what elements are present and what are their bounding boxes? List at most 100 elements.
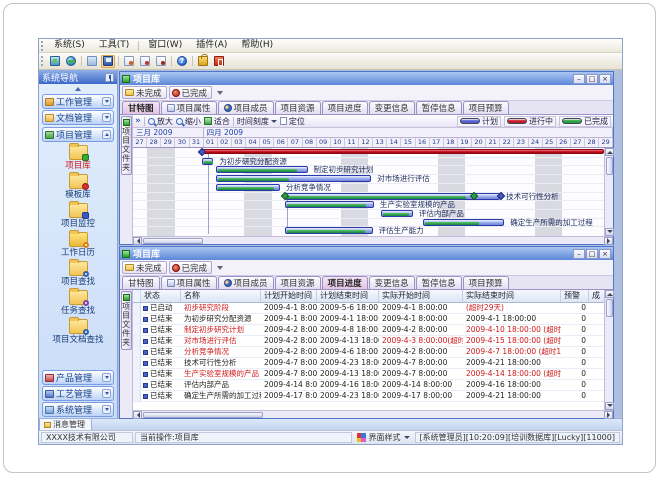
sidebar-panel-工作管理[interactable]: 工作管理: [42, 94, 114, 109]
task-bar[interactable]: [216, 184, 280, 191]
sidebar-panel-文档管理[interactable]: 文档管理: [42, 110, 114, 125]
tab-项目资源[interactable]: 项目资源: [275, 276, 321, 289]
more-options-button[interactable]: [214, 86, 225, 99]
tab-项目预算[interactable]: 项目预算: [463, 101, 509, 114]
filter-button-未完成[interactable]: 未完成: [122, 261, 167, 274]
tab-暂停信息[interactable]: 暂停信息: [416, 276, 462, 289]
scroll-up-button[interactable]: [605, 148, 614, 156]
sidebar-item-工作日历[interactable]: 工作日历: [42, 232, 114, 261]
sidebar-panel-项目管理[interactable]: 项目管理: [42, 127, 114, 142]
column-header-实际结束时间[interactable]: 实际结束时间: [463, 290, 561, 302]
task-bar[interactable]: [285, 201, 374, 208]
filter-button-已完成[interactable]: 已完成: [169, 261, 213, 274]
tab-项目预算[interactable]: 项目预算: [463, 276, 509, 289]
maximize-button[interactable]: □: [586, 74, 598, 84]
tab-甘特图[interactable]: 甘特图: [122, 101, 160, 114]
scroll-up-button[interactable]: [605, 290, 614, 298]
menu-item-3[interactable]: 插件(A): [189, 39, 234, 52]
exit-button[interactable]: [212, 55, 226, 68]
sidebar-panel-系统管理[interactable]: 系统管理: [42, 402, 114, 417]
tab-甘特图[interactable]: 甘特图: [122, 276, 160, 289]
sidebar-item-项目监控[interactable]: 项目监控: [42, 203, 114, 232]
tab-变更信息[interactable]: 变更信息: [369, 101, 415, 114]
sidebar-item-项目文档查找[interactable]: 项目文档查找: [42, 319, 114, 348]
task-bar[interactable]: [285, 227, 372, 234]
zoom-out-button[interactable]: 缩小: [176, 116, 201, 127]
column-header-状态[interactable]: 状态: [141, 290, 181, 302]
column-header-预警[interactable]: 预警: [561, 290, 589, 302]
scroll-down-button[interactable]: [605, 228, 614, 236]
menu-item-0[interactable]: 系统(S): [47, 39, 92, 52]
tab-项目进度[interactable]: 项目进度: [322, 101, 368, 114]
time-scale-button[interactable]: 时间刻度: [237, 116, 277, 127]
window-close-button[interactable]: [154, 55, 168, 68]
table-row[interactable]: 已结束评估内部产品2009-4-14 8:00:002009-4-16 18:0…: [133, 380, 604, 391]
scroll-thumb[interactable]: [606, 299, 613, 317]
task-bar[interactable]: [423, 219, 505, 226]
tab-项目属性[interactable]: 项目属性: [161, 276, 217, 289]
scroll-thumb[interactable]: [143, 238, 203, 244]
column-header-计划开始时间[interactable]: 计划开始时间: [261, 290, 317, 302]
column-header-成[interactable]: 成: [589, 290, 604, 302]
table-horizontal-scrollbar[interactable]: [133, 410, 613, 418]
scroll-thumb[interactable]: [606, 157, 613, 175]
scroll-thumb[interactable]: [143, 412, 263, 418]
help-button[interactable]: ?: [175, 55, 189, 68]
table-row[interactable]: 已结束对市场进行评估2009-4-2 8:00:002009-4-13 18:0…: [133, 336, 604, 347]
table-row[interactable]: 已启动初步研究阶段2009-4-1 8:00:002009-5-6 18:00:…: [133, 303, 604, 314]
minimize-button[interactable]: –: [573, 74, 585, 84]
table-row[interactable]: 已结束确定生产所需的加工过程2009-4-17 8:00:002009-4-23…: [133, 391, 604, 402]
expand-chevron-button[interactable]: »: [135, 116, 141, 126]
more-options-button[interactable]: [214, 261, 225, 274]
task-bar[interactable]: [216, 166, 307, 173]
sidebar-item-项目库[interactable]: 项目库: [42, 145, 114, 174]
task-bar[interactable]: [285, 193, 500, 200]
menu-item-2[interactable]: 窗口(W): [141, 39, 189, 52]
table-vertical-scrollbar[interactable]: [604, 290, 613, 410]
tab-项目成员[interactable]: 项目成员: [218, 276, 274, 289]
ui-style-button[interactable]: 界面样式: [354, 432, 413, 443]
filter-button-已完成[interactable]: 已完成: [169, 86, 213, 99]
menu-item-1[interactable]: 工具(T): [92, 39, 137, 52]
project-folder-side-tab[interactable]: 项目文件夹: [121, 291, 132, 350]
sidebar-item-模板库[interactable]: 模板库: [42, 174, 114, 203]
sidebar-panel-产品管理[interactable]: 产品管理: [42, 370, 114, 385]
open-folder-button[interactable]: [85, 55, 99, 68]
tab-暂停信息[interactable]: 暂停信息: [416, 101, 462, 114]
close-button[interactable]: ×: [599, 249, 611, 259]
table-row[interactable]: 已结束分析竞争情况2009-4-2 8:00:002009-4-6 18:00:…: [133, 347, 604, 358]
sidebar-panel-工艺管理[interactable]: 工艺管理: [42, 386, 114, 401]
maximize-button[interactable]: □: [586, 249, 598, 259]
monitor-button[interactable]: [48, 55, 62, 68]
scroll-left-button[interactable]: [133, 411, 142, 419]
tab-项目进度[interactable]: 项目进度: [322, 276, 368, 289]
close-button[interactable]: ×: [599, 74, 611, 84]
window-add-button[interactable]: [122, 55, 136, 68]
locate-button[interactable]: 定位: [280, 116, 305, 127]
column-header-名称[interactable]: 名称: [181, 290, 261, 302]
task-bar[interactable]: [202, 158, 213, 165]
tab-message-management[interactable]: 消息管理: [39, 418, 92, 430]
tab-项目资源[interactable]: 项目资源: [275, 101, 321, 114]
gantt-vertical-scrollbar[interactable]: [604, 148, 613, 236]
lock-button[interactable]: [196, 55, 210, 68]
task-bar[interactable]: [381, 210, 413, 217]
sidebar-item-项目查找[interactable]: 项目查找: [42, 261, 114, 290]
menu-item-4[interactable]: 帮助(H): [234, 39, 280, 52]
fit-button[interactable]: 适合: [204, 116, 230, 127]
scroll-down-button[interactable]: [605, 402, 614, 410]
table-row[interactable]: 已结束制定初步研究计划2009-4-2 8:00:002009-4-8 18:0…: [133, 325, 604, 336]
table-row[interactable]: 已结束生产实验室规模的产品2009-4-7 8:00:002009-4-13 1…: [133, 369, 604, 380]
tab-项目成员[interactable]: 项目成员: [218, 101, 274, 114]
zoom-in-button[interactable]: 放大: [148, 116, 173, 127]
column-header-实际开始时间[interactable]: 实际开始时间: [379, 290, 463, 302]
gantt-horizontal-scrollbar[interactable]: [133, 236, 613, 244]
window-refresh-button[interactable]: [138, 55, 152, 68]
project-folder-side-tab[interactable]: 项目文件夹: [121, 116, 132, 175]
sidebar-collapse-button[interactable]: [39, 84, 117, 93]
task-bar[interactable]: [216, 175, 371, 182]
gantt-window-titlebar[interactable]: 项目库 – □ ×: [120, 72, 613, 85]
column-header-计划结束时间[interactable]: 计划结束时间: [317, 290, 379, 302]
table-window-titlebar[interactable]: 项目库 – □ ×: [120, 247, 613, 260]
network-button[interactable]: [64, 55, 78, 68]
